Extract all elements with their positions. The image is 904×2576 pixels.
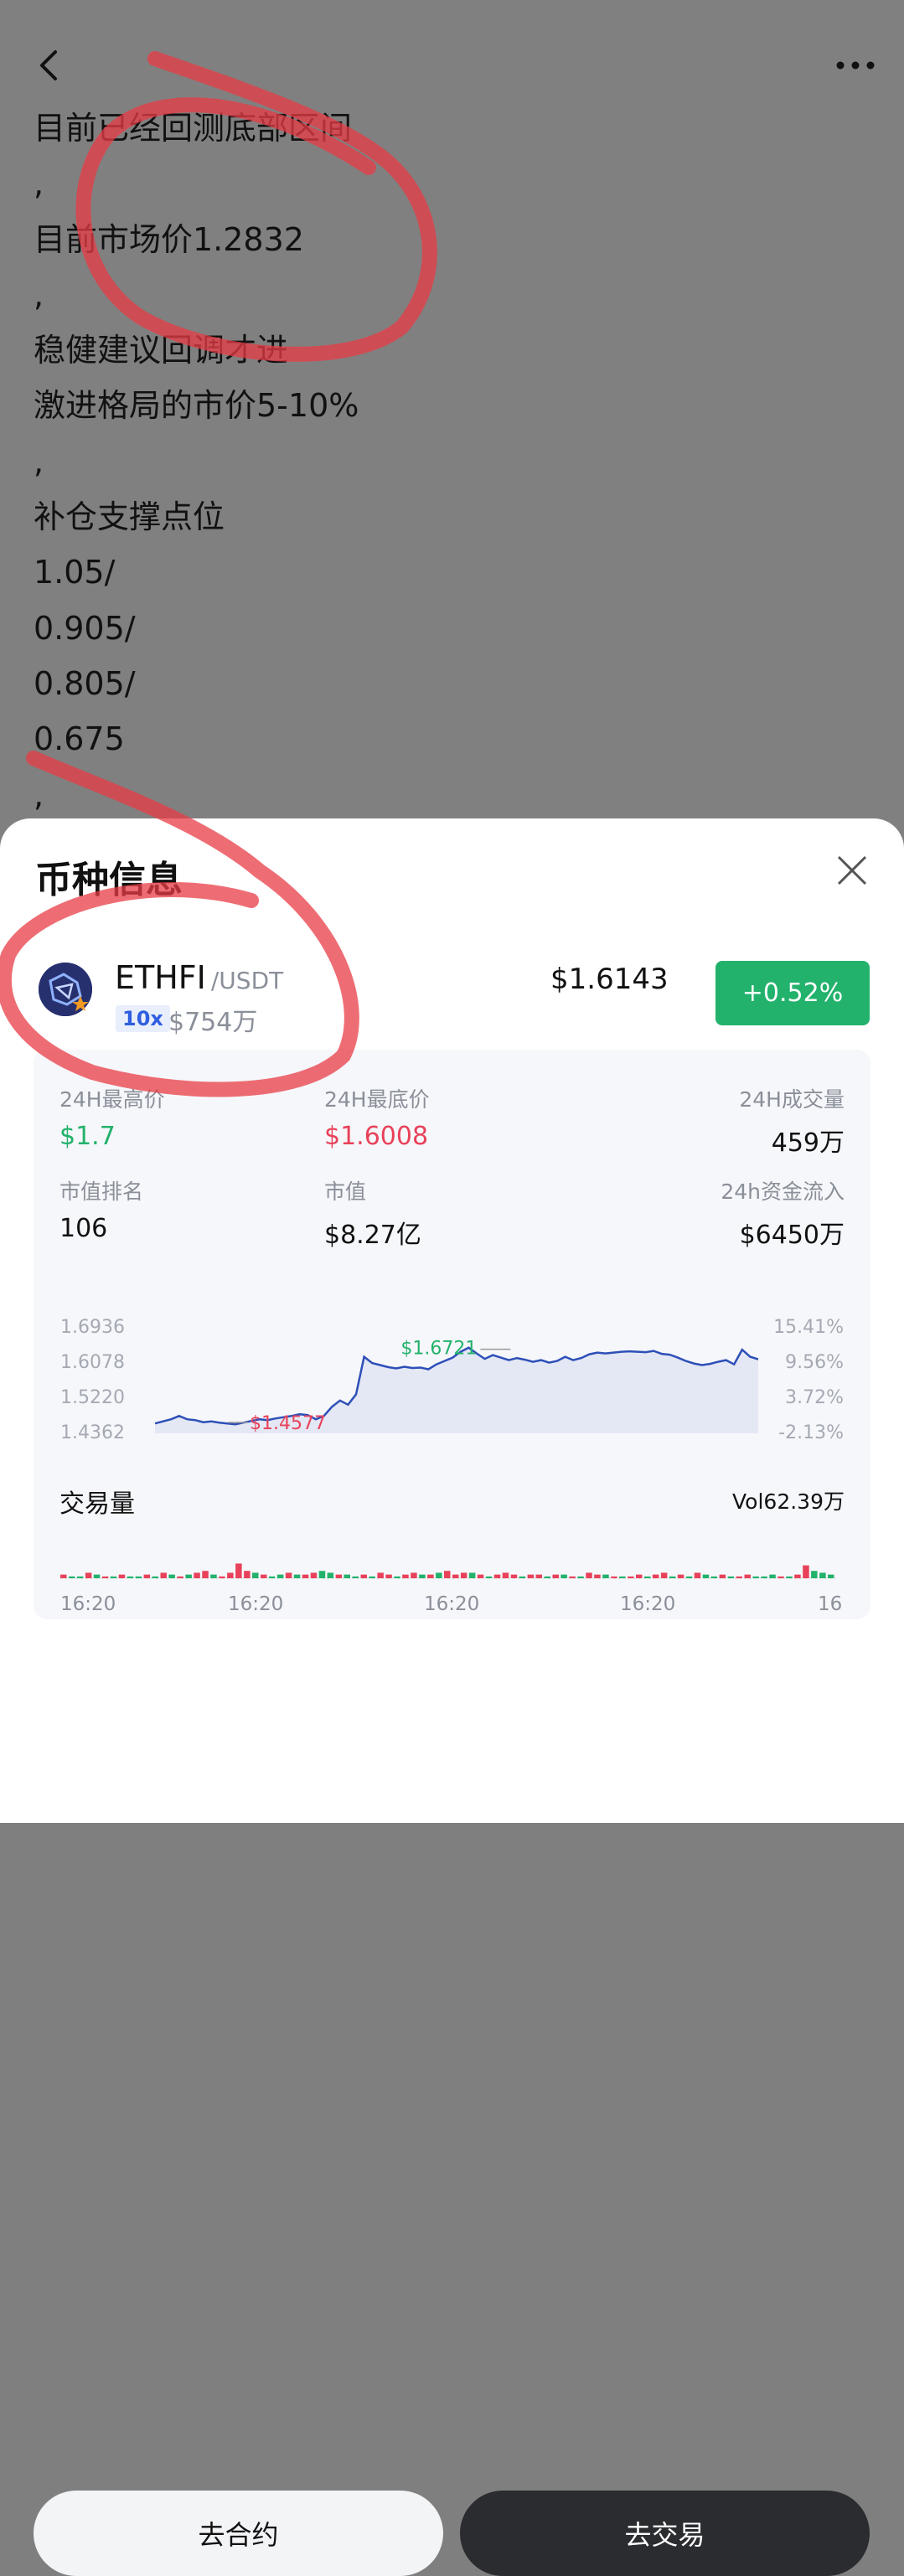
coin-price: $1.6143 bbox=[550, 963, 669, 996]
go-contract-button[interactable]: 去合约 bbox=[34, 2491, 443, 2576]
stat-market-rank: 市值排名 106 bbox=[59, 1180, 144, 1243]
stat-24h-low: 24H最底价 $1.6008 bbox=[324, 1087, 430, 1151]
leverage-badge: 10x bbox=[116, 1005, 170, 1032]
post-line: 稳健建议回调才进 bbox=[34, 332, 289, 369]
sheet-title: 币种信息 bbox=[35, 859, 183, 901]
post-line: 0.805/ bbox=[34, 664, 136, 702]
post-text: 目前已经回测底部区间, 目前市场价1.2832, 稳健建议回调才进激进格局的市价5-… bbox=[34, 101, 871, 823]
stat-24h-volume: 24H成交量 459万 bbox=[739, 1087, 845, 1158]
price-change-badge: +0.52% bbox=[715, 961, 870, 1025]
coin-pair: /USDT bbox=[210, 967, 284, 994]
post-line: 激进格局的市价5-10% bbox=[34, 387, 359, 425]
post-line: 补仓支撑点位 bbox=[34, 498, 225, 536]
stat-24h-high: 24H最高价 $1.7 bbox=[59, 1087, 165, 1151]
volume-value: Vol62.39万 bbox=[732, 1489, 845, 1514]
market-stats-panel: 24H最高价 $1.7 24H最底价 $1.6008 24H成交量 459万 市… bbox=[34, 1050, 870, 1619]
stat-24h-inflow: 24h资金流入 $6450万 bbox=[721, 1180, 845, 1250]
coin-info-sheet: 币种信息 ETHFI/USDT 10x $754万 $1.6143 +0.52%… bbox=[0, 818, 904, 2576]
volume-title: 交易量 bbox=[59, 1489, 135, 1519]
close-icon[interactable] bbox=[834, 852, 870, 889]
more-options-icon[interactable] bbox=[834, 57, 876, 74]
post-line: 0.905/ bbox=[34, 609, 136, 647]
post-line: 0.675 bbox=[34, 720, 125, 758]
top-bar bbox=[0, 34, 904, 101]
post-line: , bbox=[34, 165, 44, 203]
coin-symbol: ETHFI bbox=[115, 959, 206, 996]
coin-market-cap: $754万 bbox=[168, 1008, 258, 1037]
coin-logo-icon bbox=[39, 963, 92, 1016]
post-line: , bbox=[34, 442, 44, 480]
go-trade-button[interactable]: 去交易 bbox=[460, 2491, 870, 2576]
post-line: 目前市场价1.2832 bbox=[34, 220, 304, 258]
post-line: , bbox=[34, 276, 44, 313]
back-arrow-icon[interactable] bbox=[34, 49, 67, 82]
post-line: 1.05/ bbox=[34, 554, 116, 591]
post-line: , bbox=[34, 776, 44, 813]
post-line: 目前已经回测底部区间 bbox=[34, 110, 353, 147]
coin-name: ETHFI/USDT bbox=[115, 959, 283, 996]
stat-market-cap: 市值 $8.27亿 bbox=[324, 1180, 421, 1250]
